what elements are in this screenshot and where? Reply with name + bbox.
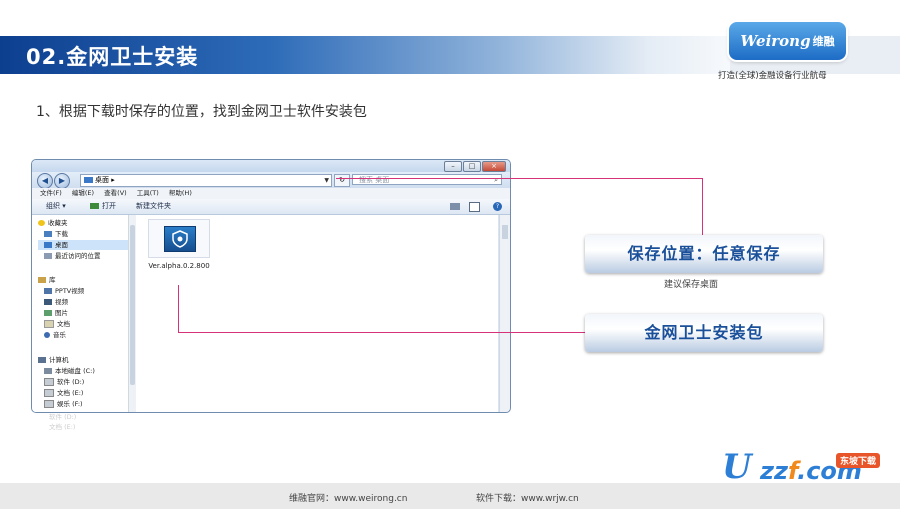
logo-cn-text: 维融 xyxy=(812,35,835,48)
open-button[interactable]: 打开 xyxy=(90,199,116,214)
footer-download: 软件下载：www.wrjw.cn xyxy=(476,494,579,504)
logo-text: Weirong xyxy=(740,32,811,50)
file-list: Ver.alpha.0.2.800 xyxy=(136,215,498,412)
preview-pane-icon[interactable] xyxy=(469,202,480,212)
uzzf-watermark: U zzf.com 东坡下载 xyxy=(722,447,894,487)
command-bar: 组织 ▾ 打开 新建文件夹 ? xyxy=(32,199,510,215)
nav-scrollbar-thumb[interactable] xyxy=(130,225,135,385)
address-text: 桌面 xyxy=(95,176,109,184)
nav-desktop[interactable]: 桌面 xyxy=(38,240,128,250)
back-button[interactable]: ◀ xyxy=(37,173,53,189)
minimize-button[interactable]: – xyxy=(444,161,462,172)
nav-libraries[interactable]: 库 xyxy=(38,275,56,285)
drive-icon xyxy=(44,368,52,374)
view-icon[interactable] xyxy=(450,203,460,210)
library-icon xyxy=(38,277,46,283)
nav-drive-f[interactable]: 娱乐 (F:) xyxy=(44,399,83,409)
window-reflection: 软件 (D:) 文档 (E:) xyxy=(49,413,77,431)
callout-line-package-h xyxy=(178,332,585,333)
music-icon xyxy=(44,332,50,338)
chevron-down-icon[interactable]: ▼ xyxy=(324,175,329,186)
menu-tools[interactable]: 工具(T) xyxy=(137,189,159,197)
window-titlebar: – □ × xyxy=(32,160,510,172)
download-icon xyxy=(44,231,52,237)
content-scrollbar[interactable] xyxy=(499,215,510,412)
callout-line-location-v xyxy=(702,178,703,235)
nav-computer[interactable]: 计算机 xyxy=(38,355,69,365)
shield-icon xyxy=(164,226,196,252)
drive-icon xyxy=(44,400,54,408)
slide-title: 02.金网卫士安装 xyxy=(26,45,199,69)
document-icon xyxy=(44,320,54,328)
address-bar[interactable]: 桌面 ▸ ▼ xyxy=(80,174,332,187)
nav-favorites[interactable]: 收藏夹 xyxy=(38,218,68,228)
refresh-button[interactable]: ↻ xyxy=(334,174,350,187)
callout-installer-package: 金网卫士安装包 xyxy=(585,314,823,352)
desktop-icon xyxy=(44,242,52,248)
computer-icon xyxy=(38,357,46,363)
file-name: Ver.alpha.0.2.800 xyxy=(148,262,210,270)
desktop-icon xyxy=(84,177,93,183)
watermark-tag: 东坡下载 xyxy=(836,453,881,468)
menu-file[interactable]: 文件(F) xyxy=(40,189,62,197)
callout-save-location: 保存位置：任意保存 xyxy=(585,235,823,273)
picture-icon xyxy=(44,310,52,316)
video-folder-icon xyxy=(44,288,52,294)
menu-view[interactable]: 查看(V) xyxy=(104,189,127,197)
nav-drive-e[interactable]: 文档 (E:) xyxy=(44,388,83,398)
search-input[interactable]: 搜索 桌面 ⌕ xyxy=(352,174,502,185)
close-button[interactable]: × xyxy=(482,161,506,172)
footer: 维融官网：www.weirong.cn 软件下载：www.wrjw.cn xyxy=(0,483,900,509)
menu-bar: 文件(F) 编辑(E) 查看(V) 工具(T) 帮助(H) xyxy=(32,188,510,199)
nav-downloads[interactable]: 下载 xyxy=(44,229,68,239)
nav-pictures[interactable]: 图片 xyxy=(44,308,68,318)
open-icon xyxy=(90,203,99,209)
file-item-installer[interactable] xyxy=(148,219,210,258)
address-row: ◀ ▶ 桌面 ▸ ▼ ↻ 搜索 桌面 ⌕ xyxy=(32,172,510,189)
instruction-text: 1、根据下载时保存的位置，找到金网卫士软件安装包 xyxy=(36,104,367,120)
footer-site: 维融官网：www.weirong.cn xyxy=(289,494,408,504)
organize-button[interactable]: 组织 ▾ xyxy=(46,199,66,214)
content-scrollbar-thumb[interactable] xyxy=(502,225,508,239)
nav-pptv[interactable]: PPTV视频 xyxy=(44,286,84,296)
help-icon[interactable]: ? xyxy=(493,202,502,211)
menu-help[interactable]: 帮助(H) xyxy=(169,189,192,197)
forward-button[interactable]: ▶ xyxy=(54,173,70,189)
nav-documents[interactable]: 文档 xyxy=(44,319,70,329)
recent-places-icon xyxy=(44,253,52,259)
star-icon xyxy=(38,220,45,226)
nav-drive-d[interactable]: 软件 (D:) xyxy=(44,377,84,387)
menu-edit[interactable]: 编辑(E) xyxy=(72,189,94,197)
search-icon: ⌕ xyxy=(494,176,498,184)
navigation-pane: 收藏夹 下载 桌面 最近访问的位置 库 PPTV视频 视频 图片 文档 音乐 计… xyxy=(32,215,128,412)
drive-icon xyxy=(44,378,54,386)
callout-save-location-sub: 建议保存桌面 xyxy=(664,280,719,290)
nav-videos[interactable]: 视频 xyxy=(44,297,68,307)
weirong-logo: Weirong 维融 xyxy=(729,22,846,60)
explorer-window: – □ × ◀ ▶ 桌面 ▸ ▼ ↻ 搜索 桌面 ⌕ 文件(F) 编辑(E) 查… xyxy=(31,159,511,413)
nav-recent[interactable]: 最近访问的位置 xyxy=(44,251,101,261)
video-icon xyxy=(44,299,52,305)
callout-line-package-v xyxy=(178,285,179,333)
maximize-button[interactable]: □ xyxy=(463,161,481,172)
nav-music[interactable]: 音乐 xyxy=(44,330,66,340)
nav-drive-c[interactable]: 本地磁盘 (C:) xyxy=(44,366,95,376)
slogan: 打造(全球)金融设备行业航母 xyxy=(718,71,827,81)
nav-scrollbar[interactable] xyxy=(128,215,136,412)
new-folder-button[interactable]: 新建文件夹 xyxy=(136,199,171,214)
drive-icon xyxy=(44,389,54,397)
callout-line-location-h xyxy=(336,178,703,179)
